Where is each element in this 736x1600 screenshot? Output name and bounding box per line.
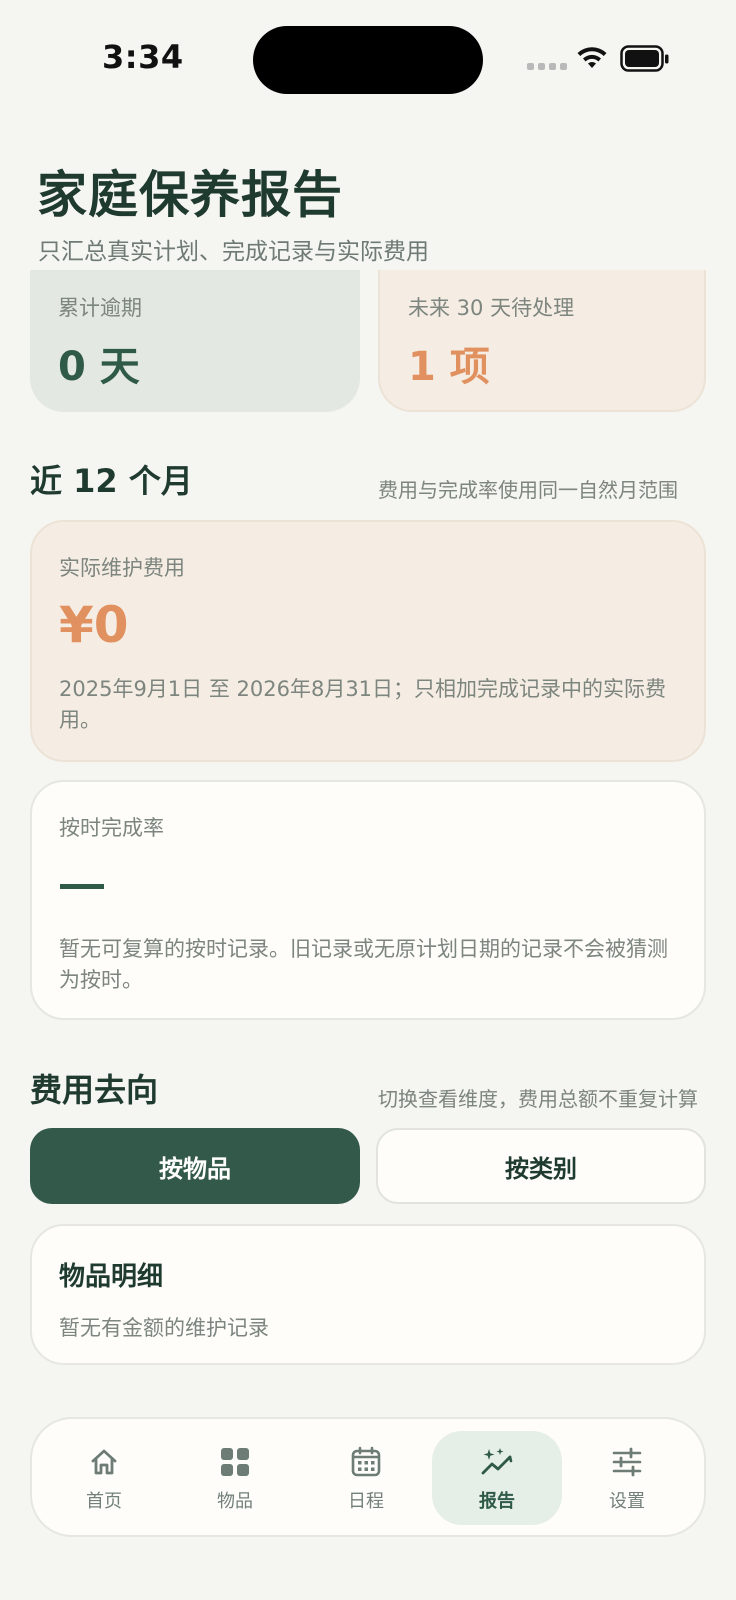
tab-schedule-label: 日程 <box>348 1491 384 1512</box>
tab-report-label: 报告 <box>479 1491 515 1512</box>
page-title: 家庭保养报告 <box>37 166 343 224</box>
cellular-signal-icon <box>527 63 567 70</box>
by-category-toggle[interactable]: 按类别 <box>376 1128 706 1204</box>
sparkle-chart-icon <box>480 1445 514 1479</box>
upcoming-stat-label: 未来 30 天待处理 <box>408 296 575 320</box>
home-icon <box>88 1445 120 1479</box>
on-time-rate-empty-dash <box>60 884 104 889</box>
cost-card: 实际维护费用 ¥0 2025年9月1日 至 2026年8月31日；只相加完成记录… <box>30 520 706 762</box>
tab-settings-label: 设置 <box>609 1491 645 1512</box>
upcoming-stat-card: 未来 30 天待处理 1 项 <box>378 270 706 412</box>
item-detail-card: 物品明细 暂无有金额的维护记录 <box>30 1224 706 1365</box>
page-subtitle: 只汇总真实计划、完成记录与实际费用 <box>38 239 429 265</box>
overdue-stat-value: 0 天 <box>58 344 140 390</box>
on-time-rate-label: 按时完成率 <box>59 816 164 840</box>
cost-value: ¥0 <box>59 596 129 654</box>
tab-bar: 首页 物品 日程 报告 设置 <box>30 1417 706 1537</box>
dynamic-island <box>253 26 483 94</box>
battery-icon <box>620 45 669 72</box>
item-detail-title: 物品明细 <box>59 1262 164 1292</box>
overdue-stat-label: 累计逾期 <box>58 296 142 320</box>
by-item-toggle[interactable]: 按物品 <box>30 1128 360 1204</box>
calendar-icon <box>350 1445 382 1479</box>
spending-section-title: 费用去向 <box>30 1071 159 1109</box>
tab-home[interactable]: 首页 <box>39 1431 169 1525</box>
tab-schedule[interactable]: 日程 <box>301 1431 431 1525</box>
sliders-icon <box>611 1445 643 1479</box>
on-time-rate-card: 按时完成率 暂无可复算的按时记录。旧记录或无原计划日期的记录不会被猜测为按时。 <box>30 780 706 1020</box>
tab-items-label: 物品 <box>217 1491 253 1512</box>
item-detail-empty-text: 暂无有金额的维护记录 <box>59 1316 269 1340</box>
on-time-rate-description: 暂无可复算的按时记录。旧记录或无原计划日期的记录不会被猜测为按时。 <box>59 937 668 992</box>
recent-section-note: 费用与完成率使用同一自然月范围 <box>378 478 678 502</box>
cost-description: 2025年9月1日 至 2026年8月31日；只相加完成记录中的实际费用。 <box>59 677 667 732</box>
tab-items[interactable]: 物品 <box>170 1431 300 1525</box>
tab-report[interactable]: 报告 <box>432 1431 562 1525</box>
wifi-icon <box>577 47 607 68</box>
status-bar: 3:34 <box>0 0 736 110</box>
tab-home-label: 首页 <box>86 1491 122 1512</box>
spending-section-note: 切换查看维度，费用总额不重复计算 <box>378 1087 698 1111</box>
upcoming-stat-value: 1 项 <box>408 344 490 390</box>
tab-settings[interactable]: 设置 <box>562 1431 692 1525</box>
grid-icon <box>219 1445 251 1479</box>
recent-section-title: 近 12 个月 <box>30 462 193 500</box>
status-time: 3:34 <box>102 38 184 76</box>
overdue-stat-card: 累计逾期 0 天 <box>30 270 360 412</box>
cost-card-label: 实际维护费用 <box>59 556 185 580</box>
